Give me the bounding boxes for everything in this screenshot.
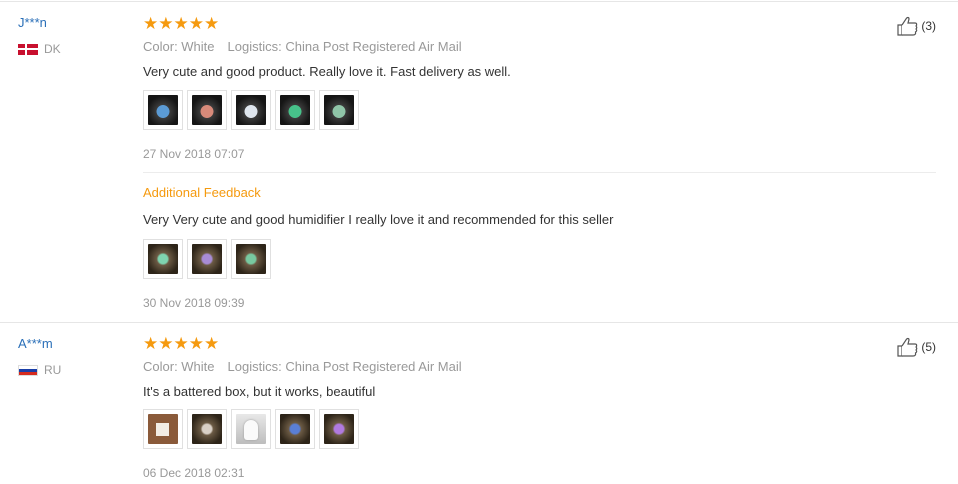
review-date: 27 Nov 2018 07:07 xyxy=(143,147,245,161)
review-photo[interactable] xyxy=(143,239,183,279)
review-photo[interactable] xyxy=(231,239,271,279)
reviewer-country: DK xyxy=(18,42,61,56)
review-photo[interactable] xyxy=(319,409,359,449)
helpful-count: (3) xyxy=(921,19,936,33)
denmark-flag-icon xyxy=(18,43,38,55)
review-photo[interactable] xyxy=(275,409,315,449)
reviewer-name[interactable]: J***n xyxy=(18,15,47,30)
review-photo[interactable] xyxy=(231,90,271,130)
review-meta: Color: White Logistics: China Post Regist… xyxy=(143,39,462,54)
review-photo[interactable] xyxy=(187,90,227,130)
review-2: A***m RU ★★★★★ Color: White Logistics: Ch… xyxy=(0,321,958,484)
helpful-button[interactable]: (5) xyxy=(897,337,936,357)
additional-photos xyxy=(143,239,271,279)
star-rating: ★★★★★ xyxy=(143,334,220,353)
helpful-count: (5) xyxy=(921,340,936,354)
divider xyxy=(143,172,936,173)
reviewer-country: RU xyxy=(18,363,61,377)
star-rating: ★★★★★ xyxy=(143,14,220,33)
review-1: J***n DK ★★★★★ Color: White Logistics: Ch… xyxy=(0,0,958,321)
review-photo[interactable] xyxy=(231,409,271,449)
divider xyxy=(0,1,958,2)
russia-flag-icon xyxy=(18,364,38,376)
thumbs-up-icon xyxy=(897,16,918,36)
review-photo[interactable] xyxy=(143,90,183,130)
review-photos xyxy=(143,90,359,130)
review-date: 06 Dec 2018 02:31 xyxy=(143,466,245,480)
review-photo[interactable] xyxy=(187,409,227,449)
review-meta: Color: White Logistics: China Post Regist… xyxy=(143,359,462,374)
review-photo[interactable] xyxy=(275,90,315,130)
review-photo[interactable] xyxy=(143,409,183,449)
additional-feedback-text: Very Very cute and good humidifier I rea… xyxy=(143,212,614,227)
country-code: DK xyxy=(44,42,61,56)
country-code: RU xyxy=(44,363,62,377)
logistics-info: Logistics: China Post Registered Air Mai… xyxy=(227,359,462,374)
review-photos xyxy=(143,409,359,449)
color-option: Color: White xyxy=(143,359,215,374)
additional-feedback-date: 30 Nov 2018 09:39 xyxy=(143,296,245,310)
reviewer-name[interactable]: A***m xyxy=(18,336,53,351)
review-photo[interactable] xyxy=(319,90,359,130)
review-text: It's a battered box, but it works, beaut… xyxy=(143,384,376,399)
logistics-info: Logistics: China Post Registered Air Mai… xyxy=(227,39,462,54)
review-photo[interactable] xyxy=(187,239,227,279)
helpful-button[interactable]: (3) xyxy=(897,16,936,36)
color-option: Color: White xyxy=(143,39,215,54)
additional-feedback-label: Additional Feedback xyxy=(143,185,261,200)
review-text: Very cute and good product. Really love … xyxy=(143,64,511,79)
thumbs-up-icon xyxy=(897,337,918,357)
